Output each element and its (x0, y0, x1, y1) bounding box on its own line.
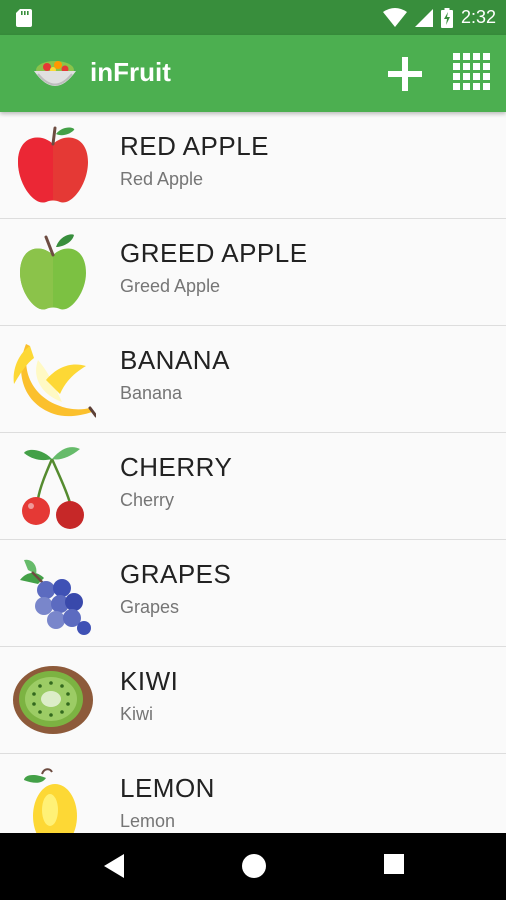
fruit-subtitle: Kiwi (120, 704, 154, 724)
signal-icon (414, 8, 433, 27)
fruit-subtitle: Banana (120, 383, 183, 403)
salad-bowl-icon (34, 61, 76, 86)
fruit-name: CHERRY (120, 452, 233, 482)
fruit-name: LEMON (120, 773, 215, 803)
wifi-icon (382, 7, 407, 27)
cherry-icon (22, 447, 84, 529)
red-apple-icon (18, 126, 88, 203)
banana-icon (13, 344, 96, 418)
lemon-icon (24, 768, 77, 833)
recents-icon[interactable] (383, 853, 405, 875)
status-time: 2:32 (460, 7, 496, 27)
fruit-list-item-banana[interactable]: BANANA Banana (0, 326, 506, 433)
back-icon[interactable] (102, 853, 126, 879)
grapes-icon (20, 559, 91, 635)
sd-card-icon (16, 9, 32, 27)
fruit-subtitle: Greed Apple (120, 276, 221, 296)
fruit-subtitle: Red Apple (120, 169, 204, 189)
battery-icon (440, 7, 453, 28)
grid-view-icon[interactable] (453, 53, 491, 91)
fruit-subtitle: Lemon (120, 811, 176, 831)
fruit-name: KIWI (120, 666, 179, 696)
fruit-list-item-kiwi[interactable]: KIWI Kiwi (0, 647, 506, 754)
fruit-list[interactable]: RED APPLE Red Apple GREED APPLE Greed Ap… (0, 112, 506, 833)
home-icon[interactable] (241, 853, 267, 879)
app-title: inFruit (90, 57, 171, 87)
kiwi-icon (13, 666, 93, 734)
status-bar: 2:32 (0, 0, 506, 35)
fruit-name: GRAPES (120, 559, 232, 589)
fruit-list-item-red-apple[interactable]: RED APPLE Red Apple (0, 112, 506, 219)
fruit-list-item-grapes[interactable]: GRAPES Grapes (0, 540, 506, 647)
fruit-list-item-lemon[interactable]: LEMON Lemon (0, 754, 506, 833)
fruit-list-item-green-apple[interactable]: GREED APPLE Greed Apple (0, 219, 506, 326)
app-bar: inFruit (0, 35, 506, 112)
fruit-subtitle: Cherry (120, 490, 175, 510)
fruit-name: BANANA (120, 345, 230, 375)
fruit-name: GREED APPLE (120, 238, 308, 268)
green-apple-icon (20, 234, 86, 310)
add-icon[interactable] (385, 54, 425, 94)
navigation-bar (0, 833, 506, 900)
fruit-subtitle: Grapes (120, 597, 180, 617)
fruit-list-item-cherry[interactable]: CHERRY Cherry (0, 433, 506, 540)
fruit-name: RED APPLE (120, 131, 270, 161)
